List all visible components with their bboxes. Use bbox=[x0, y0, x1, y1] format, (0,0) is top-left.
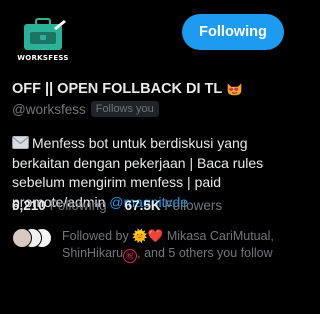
smiling-cat-heart-eyes-icon bbox=[227, 83, 242, 96]
followers-count: 67.5K bbox=[124, 198, 161, 213]
handle-row: @worksfess Follows you bbox=[12, 101, 159, 117]
followers-stat[interactable]: 67.5K Followers bbox=[125, 198, 223, 213]
followed-by-suffix: , and 5 others you follow bbox=[137, 245, 273, 260]
profile-header: WORKSFESS Following bbox=[0, 0, 295, 80]
kanji-badge-icon: ㊗ bbox=[123, 248, 138, 263]
following-count: 6,210 bbox=[12, 198, 46, 213]
followed-by-text: Followed by 🌞❤️ Mikasa CariMutual, ShinH… bbox=[62, 228, 288, 263]
following-label: Following bbox=[49, 198, 107, 213]
handle: @worksfess bbox=[12, 101, 86, 117]
follower-avatar bbox=[12, 228, 32, 248]
avatar-label: WORKSFESS bbox=[17, 54, 69, 62]
follower-avatars bbox=[12, 228, 62, 248]
sun-emoji-icon: 🌞 bbox=[132, 229, 148, 243]
heart-emoji-icon: ❤️ bbox=[147, 229, 164, 243]
followers-label: Followers bbox=[164, 198, 223, 213]
follows-you-badge: Follows you bbox=[90, 101, 159, 117]
envelope-icon bbox=[12, 136, 29, 149]
follower-name: ShinHikaru bbox=[62, 245, 124, 260]
display-name[interactable]: OFF || OPEN FOLLBACK DI TL bbox=[12, 81, 222, 97]
following-button[interactable]: Following bbox=[182, 14, 284, 50]
briefcase-logo-icon bbox=[10, 8, 76, 74]
display-name-row: OFF || OPEN FOLLBACK DI TL bbox=[12, 80, 243, 97]
followed-by-prefix: Followed by bbox=[62, 229, 129, 243]
follower-name: Mikasa bbox=[166, 229, 207, 243]
stats-row: 6,210 Following 67.5K Followers bbox=[12, 198, 222, 213]
follower-name: CariMutual, bbox=[209, 229, 274, 243]
followed-by-row[interactable]: Followed by 🌞❤️ Mikasa CariMutual, ShinH… bbox=[12, 228, 288, 263]
avatar[interactable]: WORKSFESS bbox=[10, 8, 76, 74]
profile-card: WORKSFESS Following OFF || OPEN FOLLBACK… bbox=[0, 0, 295, 314]
following-stat[interactable]: 6,210 Following bbox=[12, 198, 107, 213]
